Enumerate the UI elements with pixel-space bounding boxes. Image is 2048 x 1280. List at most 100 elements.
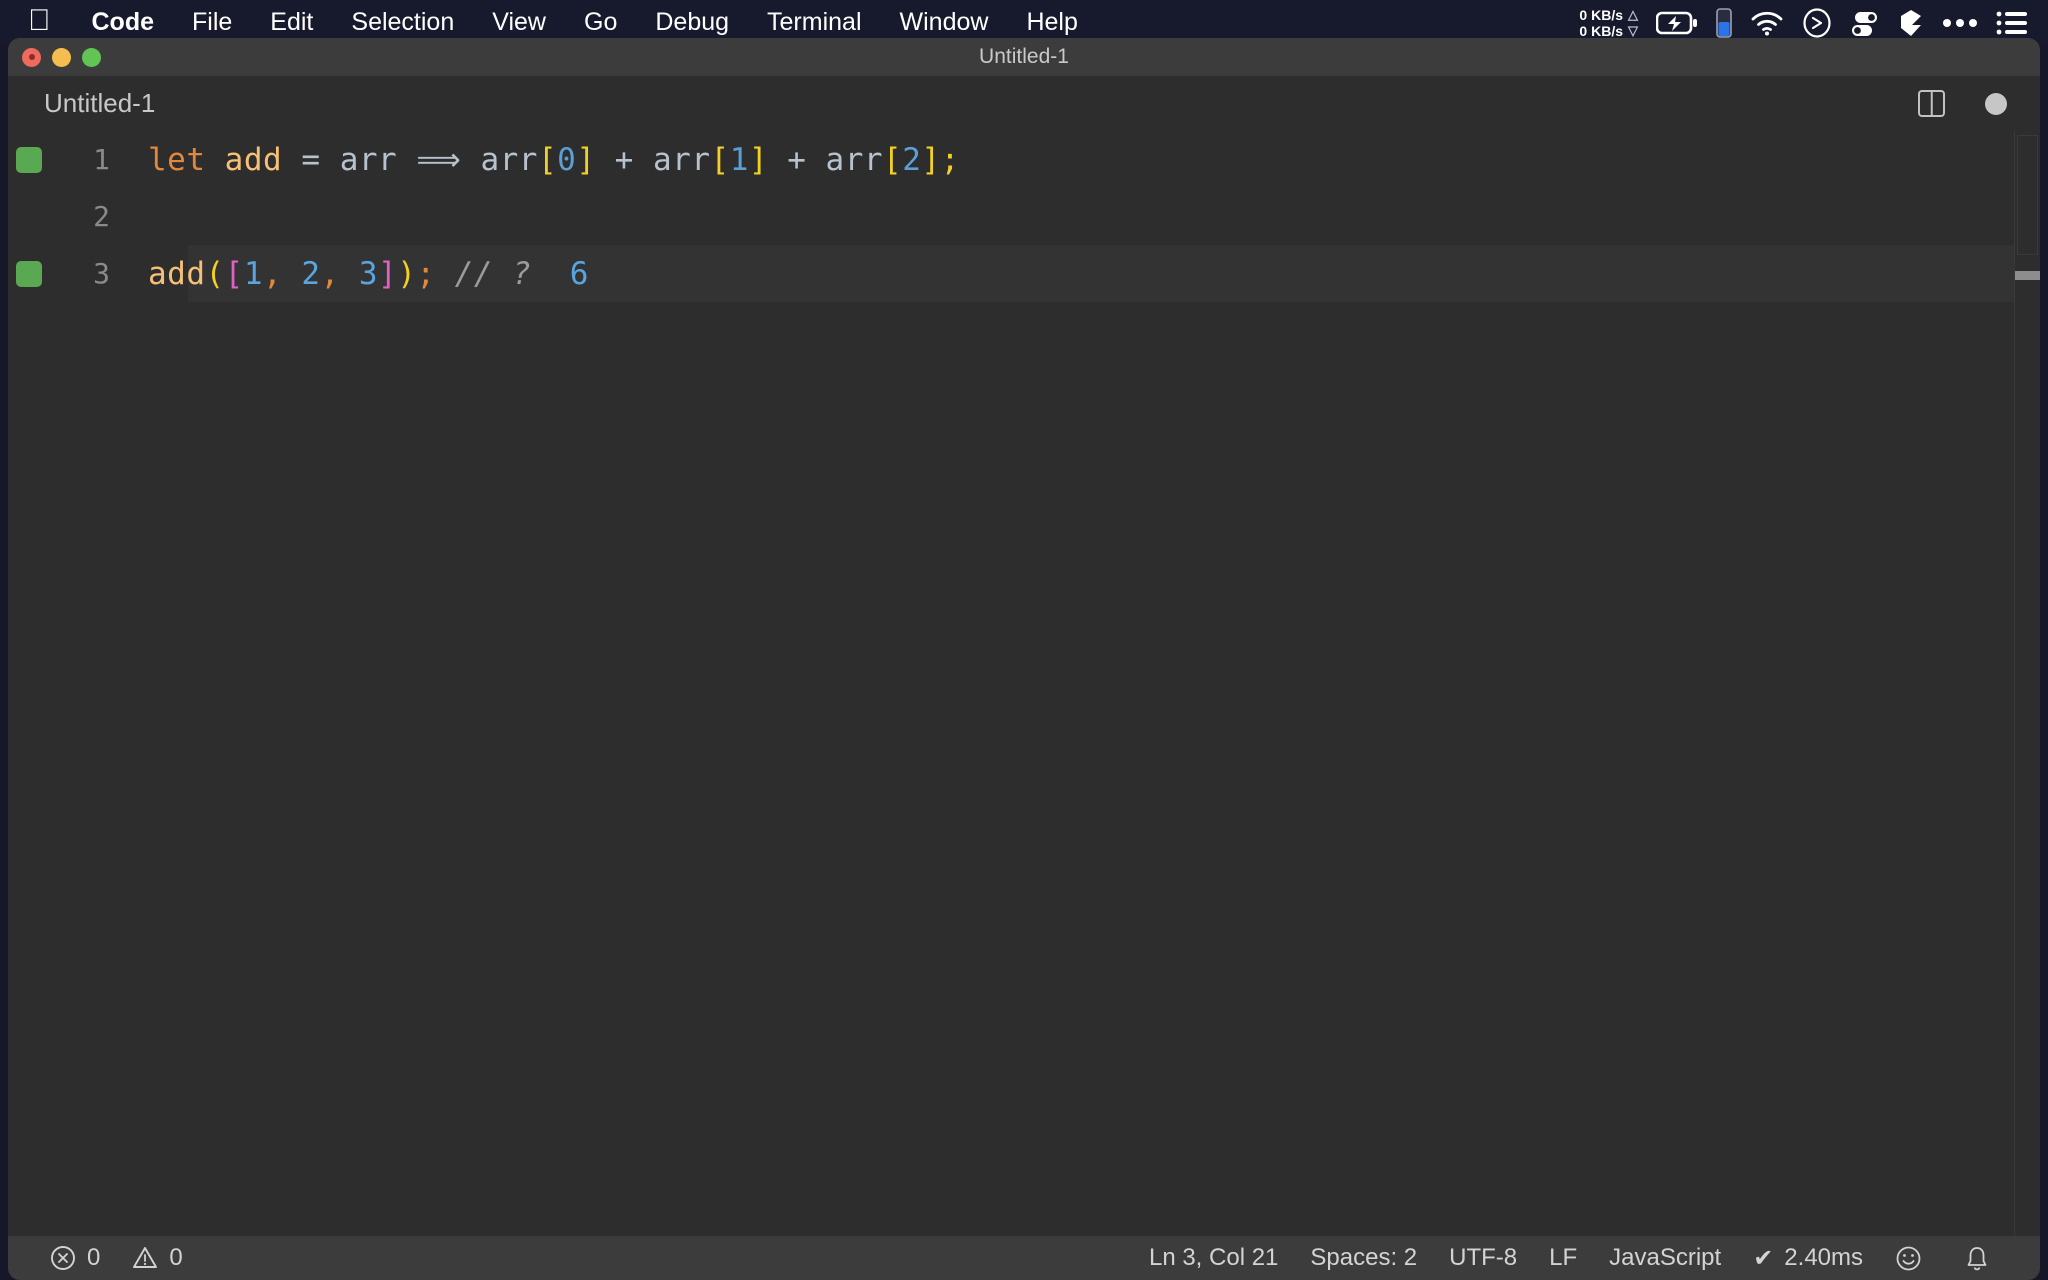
status-runtime[interactable]: ✔ 2.40ms: [1737, 1244, 1879, 1273]
code-line-3[interactable]: 3 add([1, 2, 3]); // ? 6: [8, 245, 2040, 302]
status-encoding[interactable]: UTF-8: [1433, 1244, 1533, 1272]
code-token: ]: [576, 141, 596, 178]
code-line-2[interactable]: 2: [8, 188, 2040, 245]
download-arrow-icon: ▽: [1628, 22, 1638, 38]
code-token: ,: [263, 255, 283, 292]
split-editor-icon[interactable]: [1918, 90, 1945, 117]
code-token: arr: [339, 141, 398, 178]
code-token: let: [148, 141, 206, 178]
status-language-mode[interactable]: JavaScript: [1593, 1244, 1737, 1272]
code-token: +: [787, 141, 807, 178]
code-token: 0: [557, 141, 577, 178]
code-token: arr: [480, 141, 538, 178]
scrollbar-thumb[interactable]: [2015, 271, 2040, 280]
code-token: 3: [358, 255, 379, 292]
code-token: [: [224, 255, 244, 292]
network-upload-speed: 0 KB/s: [1579, 6, 1623, 23]
toggles-icon[interactable]: [1850, 8, 1880, 38]
editor-tab-untitled-1[interactable]: Untitled-1: [8, 76, 182, 131]
runtime-label: 2.40ms: [1784, 1244, 1863, 1271]
window-title: Untitled-1: [979, 45, 1069, 68]
code-token: ]: [748, 141, 769, 178]
list-menu-icon[interactable]: [1996, 10, 2028, 36]
apple-logo-icon[interactable]: : [28, 5, 51, 36]
shape-icon[interactable]: [1898, 8, 1924, 38]
code-token: [: [537, 141, 558, 178]
unsaved-dot-icon[interactable]: [1985, 92, 2007, 115]
code-token: ]: [378, 255, 398, 292]
code-token: 1: [729, 141, 749, 178]
clock-icon[interactable]: [1802, 7, 1832, 38]
status-bar-right: Ln 3, Col 21 Spaces: 2 UTF-8 LF JavaScri…: [1133, 1244, 2040, 1273]
code-text[interactable]: add([1, 2, 3]); // ? 6: [140, 256, 589, 292]
status-line-ending[interactable]: LF: [1533, 1244, 1593, 1272]
editor-actions: [1878, 90, 2040, 117]
line-number: 2: [93, 200, 110, 233]
network-speed-indicator[interactable]: 0 KB/s 0 KB/s △ ▽: [1579, 7, 1638, 39]
error-circle-icon: [50, 1245, 76, 1271]
code-token: 1: [243, 255, 264, 292]
code-token: ]: [921, 141, 941, 178]
vscode-window: Untitled-1 Untitled-1 1 let add = arr ⟹ a…: [8, 38, 2040, 1280]
code-token: =: [301, 141, 321, 178]
ellipsis-icon[interactable]: [1942, 17, 1978, 29]
tab-label: Untitled-1: [44, 88, 156, 118]
editor-tab-bar: Untitled-1: [8, 76, 2040, 131]
code-token: +: [614, 141, 634, 178]
code-token: 6: [569, 255, 589, 292]
error-count: 0: [87, 1244, 101, 1271]
check-icon: ✔: [1753, 1244, 1774, 1272]
code-text[interactable]: let add = arr ⟹ arr[0] + arr[1] + arr[2]…: [140, 142, 960, 178]
code-token: 2: [902, 141, 922, 178]
code-token: ?: [512, 255, 532, 292]
gutter-change-marker[interactable]: [16, 260, 42, 287]
code-token: ,: [320, 255, 340, 292]
code-token: ): [397, 255, 417, 292]
code-token: (: [205, 255, 225, 292]
scrollbar-track: [2017, 135, 2038, 255]
status-notifications[interactable]: [1949, 1245, 2016, 1272]
code-token: [: [883, 141, 903, 178]
code-lines: 1 let add = arr ⟹ arr[0] + arr[1] + arr[2…: [8, 131, 2040, 302]
warning-triangle-icon: [132, 1245, 158, 1271]
warning-count: 0: [169, 1244, 183, 1271]
wifi-icon[interactable]: [1750, 10, 1784, 36]
code-line-1[interactable]: 1 let add = arr ⟹ arr[0] + arr[1] + arr[2…: [8, 131, 2040, 188]
code-token: ;: [416, 255, 436, 292]
code-token: arr: [825, 141, 884, 178]
bell-icon: [1965, 1245, 1989, 1272]
battery-charging-icon[interactable]: [1656, 11, 1698, 35]
status-feedback[interactable]: [1879, 1245, 1949, 1272]
window-titlebar: Untitled-1: [8, 38, 2040, 76]
code-editor[interactable]: 1 let add = arr ⟹ arr[0] + arr[1] + arr[2…: [8, 131, 2040, 1236]
status-bar: 0 0 Ln 3, Col 21 Spaces: 2 UTF-8 LF Java…: [8, 1236, 2040, 1280]
network-download-speed: 0 KB/s: [1579, 22, 1623, 39]
editor-scrollbar[interactable]: [2014, 131, 2040, 1236]
status-indentation[interactable]: Spaces: 2: [1294, 1244, 1433, 1272]
code-token: ;: [940, 141, 960, 178]
code-token: [: [710, 141, 730, 178]
status-cursor-position[interactable]: Ln 3, Col 21: [1133, 1244, 1294, 1272]
code-token: ⟹: [416, 141, 462, 178]
battery-level-icon[interactable]: [1716, 7, 1732, 38]
status-warnings[interactable]: 0: [116, 1244, 198, 1272]
status-errors[interactable]: 0: [34, 1244, 116, 1272]
code-token: add: [148, 255, 206, 292]
upload-arrow-icon: △: [1628, 6, 1638, 22]
code-token: add: [224, 141, 283, 178]
gutter-change-marker[interactable]: [16, 146, 42, 173]
smiley-icon: [1895, 1245, 1922, 1272]
